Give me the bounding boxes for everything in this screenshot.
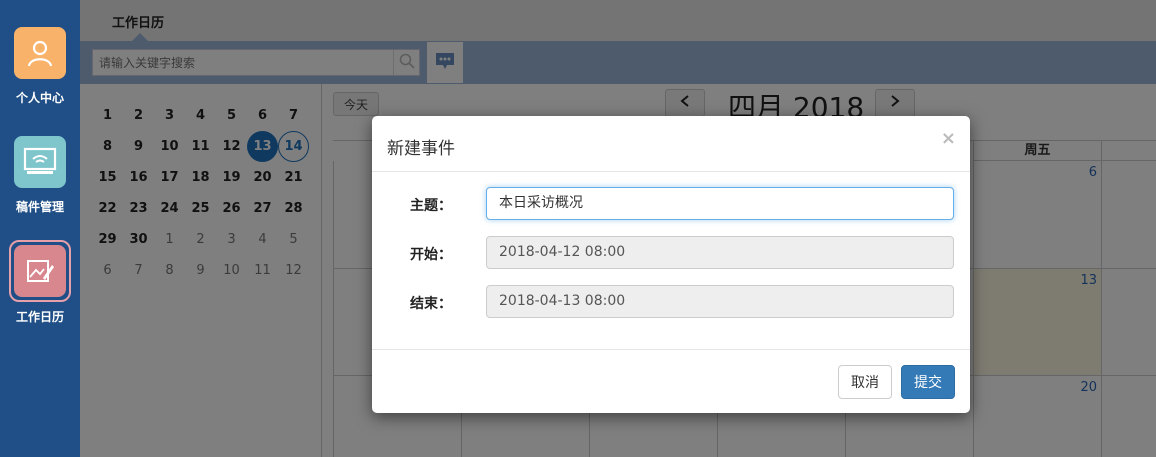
monitor-icon bbox=[14, 136, 66, 188]
user-icon bbox=[14, 27, 66, 79]
active-indicator bbox=[9, 240, 71, 302]
edit-image-icon bbox=[14, 245, 66, 297]
close-icon[interactable]: × bbox=[941, 128, 956, 149]
sidebar-item-label: 稿件管理 bbox=[15, 200, 64, 214]
sidebar-item-manuscript-management[interactable]: 稿件管理 bbox=[0, 136, 80, 215]
sidebar-item-label: 工作日历 bbox=[15, 310, 64, 324]
sidebar-item-work-calendar[interactable]: 工作日历 bbox=[0, 240, 80, 325]
submit-button[interactable]: 提交 bbox=[901, 365, 955, 399]
end-row: 结束： 2018-04-13 08:00 bbox=[372, 285, 970, 319]
end-label: 结束： bbox=[410, 296, 452, 312]
new-event-dialog: 新建事件 × 主题： 本日采访概况 开始： 2018-04-12 08:00 结… bbox=[372, 116, 970, 413]
modal-header: 新建事件 × bbox=[372, 116, 970, 172]
start-input[interactable]: 2018-04-12 08:00 bbox=[486, 236, 954, 269]
sidebar: 个人中心 稿件管理 工作日历 bbox=[0, 0, 80, 457]
modal-footer: 取消 提交 bbox=[372, 349, 970, 413]
sidebar-item-personal-center[interactable]: 个人中心 bbox=[0, 27, 80, 106]
start-row: 开始： 2018-04-12 08:00 bbox=[372, 236, 970, 270]
subject-label: 主题： bbox=[410, 198, 452, 214]
end-input[interactable]: 2018-04-13 08:00 bbox=[486, 285, 954, 318]
subject-row: 主题： 本日采访概况 bbox=[372, 187, 970, 221]
modal-title: 新建事件 bbox=[387, 139, 455, 159]
start-label: 开始： bbox=[410, 247, 452, 263]
subject-input[interactable]: 本日采访概况 bbox=[486, 187, 954, 220]
sidebar-item-label: 个人中心 bbox=[15, 91, 64, 105]
cancel-button[interactable]: 取消 bbox=[838, 365, 892, 399]
